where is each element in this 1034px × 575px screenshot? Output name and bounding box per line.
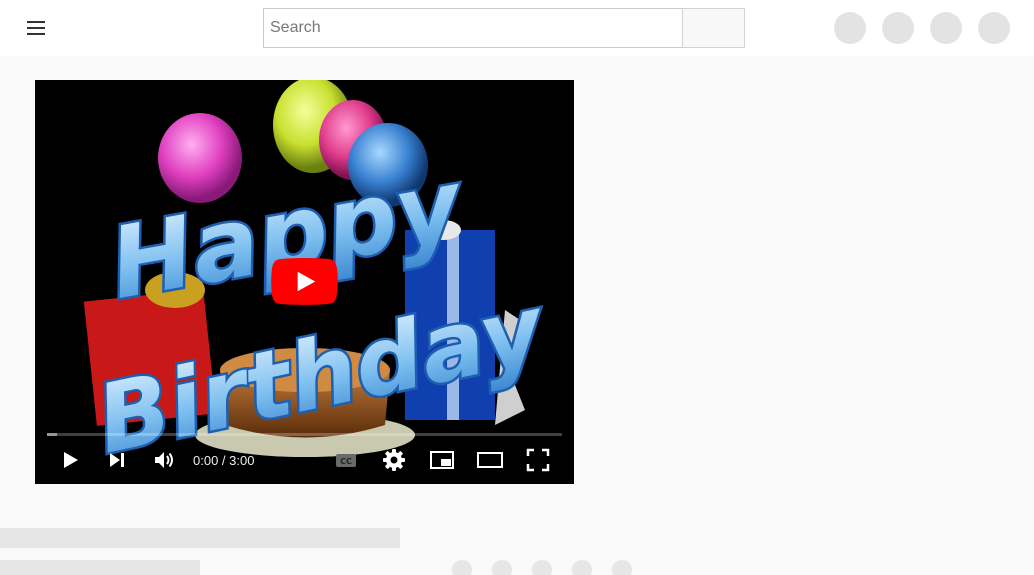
miniplayer-icon[interactable] [428, 446, 456, 474]
video-player[interactable]: Happy Birthday 0:00 / 3:00 CC [35, 80, 574, 484]
volume-icon[interactable] [150, 446, 178, 474]
progress-loaded [47, 433, 58, 436]
big-play-icon[interactable] [271, 258, 338, 305]
header-actions [834, 12, 1010, 44]
svg-text:CC: CC [340, 457, 352, 466]
action-skeleton [612, 560, 632, 575]
search-box [263, 8, 745, 48]
subtitle-skeleton [0, 560, 200, 575]
notifications-icon[interactable] [930, 12, 962, 44]
action-skeleton [532, 560, 552, 575]
settings-gear-icon[interactable] [380, 446, 408, 474]
action-skeleton [572, 560, 592, 575]
apps-icon[interactable] [882, 12, 914, 44]
action-skeleton [492, 560, 512, 575]
time-display: 0:00 / 3:00 [193, 453, 255, 468]
action-skeleton [452, 560, 472, 575]
fullscreen-icon[interactable] [524, 446, 552, 474]
create-icon[interactable] [834, 12, 866, 44]
top-bar [0, 0, 1034, 56]
title-skeleton [0, 528, 400, 548]
search-button[interactable] [682, 8, 745, 48]
captions-icon[interactable]: CC [332, 446, 360, 474]
player-controls: 0:00 / 3:00 CC [35, 442, 574, 478]
hamburger-menu-icon[interactable] [20, 14, 52, 42]
next-icon[interactable] [103, 446, 131, 474]
search-input[interactable] [263, 8, 682, 48]
progress-bar[interactable] [47, 433, 562, 436]
theater-mode-icon[interactable] [476, 446, 504, 474]
avatar[interactable] [978, 12, 1010, 44]
play-icon[interactable] [56, 446, 84, 474]
